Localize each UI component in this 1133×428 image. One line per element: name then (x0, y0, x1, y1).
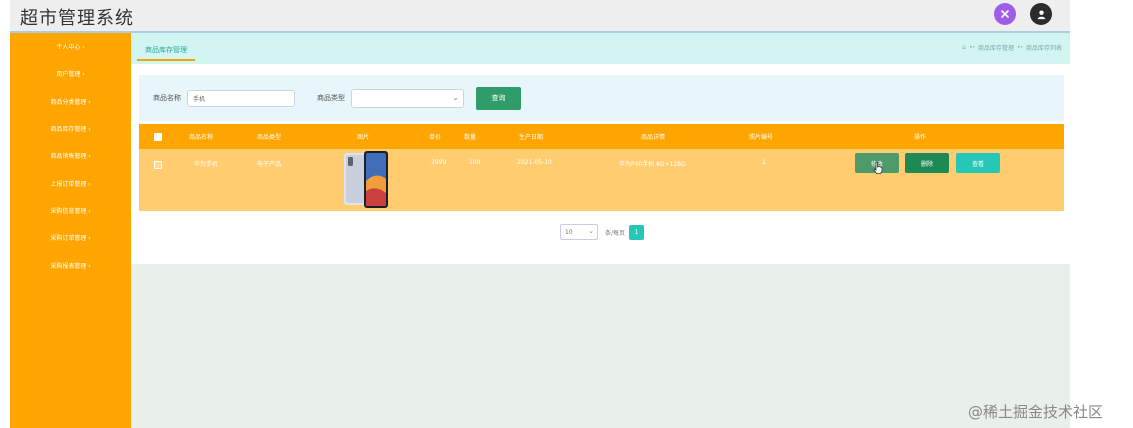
close-icon (1001, 10, 1009, 18)
close-button[interactable] (994, 3, 1016, 25)
main-content: 商品名称 商品类型 ⌄ 查询 商品名称 商品类型 图片 单价 数量 生产日期 商… (131, 64, 1070, 264)
page-number-current[interactable]: 1 (629, 224, 645, 240)
query-button[interactable]: 查询 (476, 86, 521, 110)
header-quantity: 数量 (464, 134, 477, 141)
cell-production-date: 2021-05-10 (517, 159, 552, 166)
header-photo-code: 照片编号 (749, 134, 774, 141)
product-name-label: 商品名称 (153, 94, 181, 102)
breadcrumb-separator: •‹ (969, 44, 976, 51)
header-product-type: 商品类型 (257, 134, 282, 141)
pagination: 10 ⌄ 条/每页 1 (560, 224, 645, 240)
home-icon[interactable]: ⌂ (962, 44, 966, 51)
product-type-select[interactable]: ⌄ (351, 88, 464, 108)
select-all-checkbox[interactable] (154, 133, 162, 141)
sidebar-item-categories[interactable]: 商品分类管理 › (10, 88, 131, 115)
watermark: @稀土掘金技术社区 (968, 403, 1104, 421)
inventory-table: 商品名称 商品类型 图片 单价 数量 生产日期 商品详情 照片编号 操作 华为手… (139, 124, 1064, 211)
sidebar-item-reported-orders[interactable]: 上报订单管理 › (10, 169, 131, 196)
cell-product-details: 华为P40手机 8G+128G (619, 161, 686, 168)
table-row: 华为手机 电子产品 3999 100 2021-05-10 华为P40手机 8G… (139, 149, 1064, 211)
header-production-date: 生产日期 (519, 134, 544, 141)
header-image: 图片 (357, 134, 370, 141)
search-bar: 商品名称 商品类型 ⌄ 查询 (139, 75, 1064, 121)
row-checkbox[interactable] (154, 161, 162, 169)
breadcrumb: ⌂ •‹ 商品库存管理 •‹ 商品库存列表 (962, 43, 1062, 52)
app-title: 超市管理系统 (20, 8, 134, 29)
breadcrumb-item-list: 商品库存列表 (1025, 45, 1062, 52)
sidebar-item-sales[interactable]: 商品销售管理 › (10, 142, 131, 169)
sidebar-item-purchase-orders[interactable]: 采购订单管理 › (10, 224, 131, 251)
page-size-select[interactable]: 10 ⌄ (560, 224, 598, 240)
delete-button[interactable]: 删除 (905, 153, 949, 173)
product-type-label: 商品类型 (317, 94, 345, 102)
app-window: 超市管理系统 个人中心 › 用户管理 › 商品分类管理 › 商品库存管理 › 商… (10, 0, 1070, 428)
hand-cursor-icon (873, 161, 883, 174)
sidebar-item-purchase-reports[interactable]: 采购报表管理 › (10, 251, 131, 278)
sidebar: 个人中心 › 用户管理 › 商品分类管理 › 商品库存管理 › 商品销售管理 ›… (10, 33, 131, 428)
header-actions: 操作 (914, 134, 927, 141)
user-avatar-button[interactable] (1030, 3, 1052, 25)
chevron-down-icon: ⌄ (452, 92, 459, 102)
breadcrumb-item-inventory[interactable]: 商品库存管理 (978, 43, 1014, 52)
breadcrumb-separator: •‹ (1017, 44, 1023, 51)
sidebar-item-users[interactable]: 用户管理 › (10, 60, 131, 87)
tab-inventory[interactable]: 商品库存管理 (137, 41, 195, 61)
header-product-name: 商品名称 (189, 134, 214, 141)
top-bar: 超市管理系统 (10, 0, 1070, 33)
table-header: 商品名称 商品类型 图片 单价 数量 生产日期 商品详情 照片编号 操作 (139, 124, 1064, 149)
per-page-label: 条/每页 (605, 229, 626, 237)
cell-quantity: 100 (469, 159, 481, 166)
sidebar-item-purchase-info[interactable]: 采购信息管理 › (10, 197, 131, 224)
header-product-details: 商品详情 (641, 134, 666, 141)
cell-product-name: 华为手机 (194, 161, 219, 168)
cell-product-type: 电子产品 (257, 161, 282, 168)
user-icon (1037, 9, 1045, 19)
cell-price: 3999 (431, 159, 447, 166)
sidebar-item-profile[interactable]: 个人中心 › (10, 33, 131, 60)
page-size-value: 10 (565, 228, 573, 236)
product-image (344, 151, 388, 208)
breadcrumb-bar: 商品库存管理 ⌂ •‹ 商品库存管理 •‹ 商品库存列表 (131, 33, 1070, 64)
product-name-input[interactable] (187, 89, 295, 107)
cell-photo-code: 1 (762, 159, 766, 166)
header-price: 单价 (429, 134, 442, 141)
chevron-down-icon: ⌄ (588, 227, 594, 235)
sidebar-item-inventory[interactable]: 商品库存管理 › (10, 115, 131, 142)
view-button[interactable]: 查看 (956, 153, 1000, 173)
